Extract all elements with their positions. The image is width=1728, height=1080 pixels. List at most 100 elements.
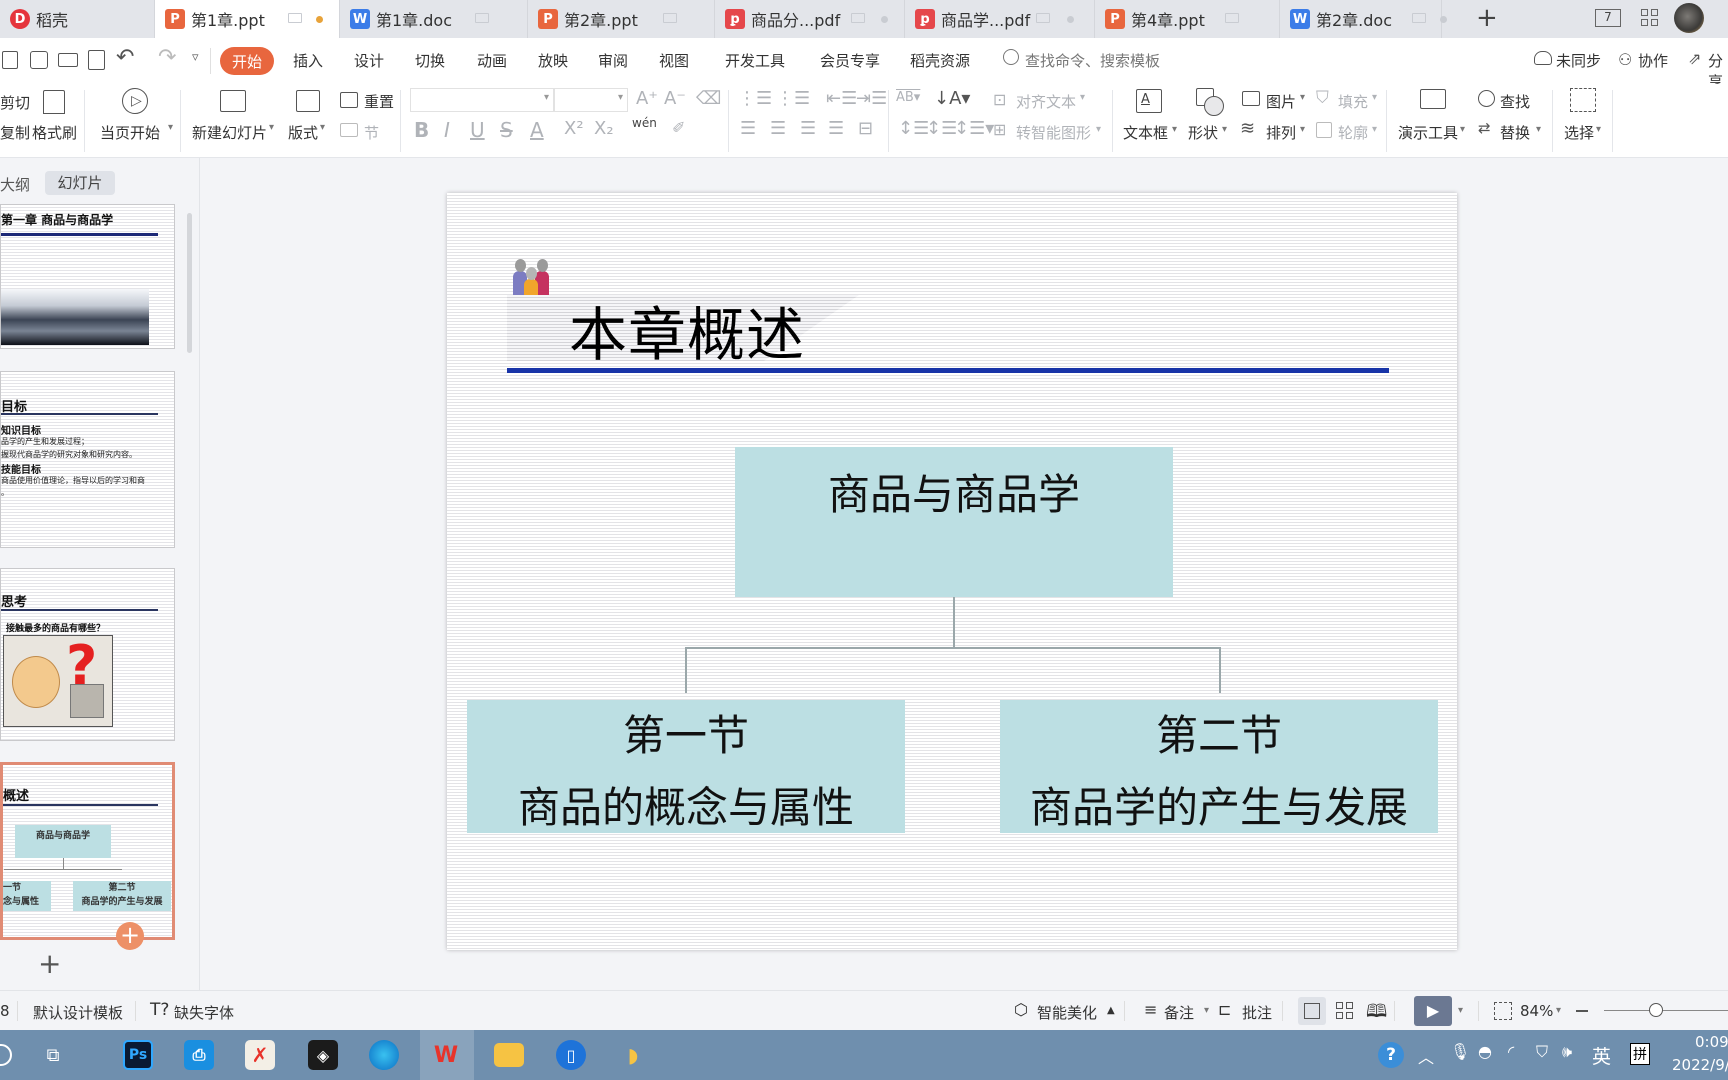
slide-canvas[interactable]: 本章概述 商品与商品学 第一节 商品的概念与属性 第二节 商品学的产生与发展 bbox=[447, 193, 1457, 950]
window-count-button[interactable]: 7 bbox=[1595, 9, 1621, 27]
undo-icon[interactable]: ↶ bbox=[116, 45, 134, 70]
outline-button[interactable]: 轮廓 bbox=[1338, 122, 1368, 143]
font-color-icon[interactable]: A bbox=[530, 118, 544, 142]
task-view-icon[interactable]: ⧉ bbox=[38, 1040, 68, 1070]
ime-mode[interactable]: 拼 bbox=[1630, 1043, 1650, 1065]
export-icon[interactable] bbox=[30, 51, 48, 69]
redo-icon[interactable]: ↷ bbox=[158, 45, 176, 70]
tab-ch4-ppt[interactable]: P 第4章.ppt bbox=[1095, 0, 1280, 38]
align-center-icon[interactable]: ☰ bbox=[770, 118, 786, 139]
slide-thumbnail-3[interactable]: 思考 接触最多的商品有哪些？ ? bbox=[0, 568, 175, 741]
increase-indent-icon[interactable]: ⇥☰ bbox=[856, 88, 887, 109]
edge-browser-icon[interactable] bbox=[369, 1040, 399, 1070]
tab-ch1-ppt[interactable]: P 第1章.ppt bbox=[155, 0, 340, 38]
menu-tab-member[interactable]: 会员专享 bbox=[820, 50, 880, 71]
help-tray-icon[interactable]: ? bbox=[1378, 1042, 1404, 1068]
save-icon[interactable] bbox=[2, 51, 18, 69]
file-explorer-icon[interactable] bbox=[494, 1043, 524, 1067]
format-painter-button[interactable]: 格式刷 bbox=[32, 122, 77, 143]
align-text-button[interactable]: 对齐文本 bbox=[1016, 91, 1076, 112]
section-2-box[interactable]: 第二节 商品学的产生与发展 bbox=[1000, 700, 1438, 833]
convert-smartart-button[interactable]: 转智能图形 bbox=[1016, 122, 1091, 143]
apps-grid-icon[interactable] bbox=[1641, 9, 1659, 27]
highlight-icon[interactable]: ✐ bbox=[672, 118, 685, 137]
sort-icon[interactable]: ↓A▾ bbox=[934, 88, 970, 109]
comment-button[interactable]: 批注 bbox=[1242, 1002, 1272, 1023]
copy-button[interactable]: 复制 bbox=[0, 122, 30, 143]
line-spacing-options-icon[interactable]: ↕☰▾ bbox=[954, 118, 994, 139]
slideshow-options-icon[interactable]: ▾ bbox=[1458, 1005, 1463, 1016]
thumbnail-scrollbar[interactable] bbox=[187, 213, 192, 353]
menu-tab-view[interactable]: 视图 bbox=[659, 50, 689, 71]
cut-button[interactable]: 剪切 bbox=[0, 92, 30, 113]
zoom-out-button[interactable] bbox=[1576, 1010, 1588, 1012]
font-size-select[interactable]: ▾ bbox=[554, 88, 628, 112]
missing-font-button[interactable]: 缺失字体 bbox=[174, 1002, 234, 1023]
slide-thumbnail-4-selected[interactable]: 概述 商品与商品学 一节 念与属性 第二节 商品学的产生与发展 bbox=[0, 762, 175, 940]
normal-view-button[interactable] bbox=[1298, 997, 1326, 1025]
menu-tab-design[interactable]: 设计 bbox=[354, 50, 384, 71]
menu-tab-transition[interactable]: 切换 bbox=[415, 50, 445, 71]
tab-pdf-1[interactable]: ꝑ 商品分...pdf bbox=[715, 0, 905, 38]
slide-title[interactable]: 本章概述 bbox=[569, 288, 805, 372]
tab-ch1-doc[interactable]: W 第1章.doc bbox=[340, 0, 528, 38]
insert-slide-below-button[interactable]: + bbox=[116, 922, 144, 950]
reset-button[interactable]: 重置 bbox=[364, 91, 394, 112]
command-search-input[interactable]: 查找命令、搜索模板 bbox=[1025, 50, 1160, 71]
design-template-button[interactable]: 默认设计模板 bbox=[33, 1002, 123, 1023]
text-direction-icon[interactable]: AB▾ bbox=[896, 90, 920, 105]
add-slide-button[interactable]: + bbox=[38, 950, 61, 978]
shape-button[interactable]: 形状 bbox=[1188, 122, 1218, 143]
picture-button[interactable]: 图片 bbox=[1266, 91, 1296, 112]
menu-tab-animation[interactable]: 动画 bbox=[477, 50, 507, 71]
security-tray-icon[interactable]: ⛉ bbox=[1536, 1042, 1548, 1062]
customize-qat-icon[interactable]: ▿ bbox=[192, 50, 199, 65]
printer-app-icon[interactable]: ⎙ bbox=[184, 1040, 214, 1070]
font-name-select[interactable]: ▾ bbox=[410, 88, 554, 112]
subscript-icon[interactable]: X₂ bbox=[594, 118, 614, 139]
chevron-up-icon[interactable]: ▲ bbox=[1107, 1005, 1115, 1016]
menu-tab-slideshow[interactable]: 放映 bbox=[538, 50, 568, 71]
play-from-current-button[interactable]: 当页开始 bbox=[100, 122, 160, 143]
underline-icon[interactable]: U bbox=[470, 118, 485, 142]
superscript-icon[interactable]: X² bbox=[564, 118, 584, 139]
wifi-tray-icon[interactable]: ◜ bbox=[1508, 1042, 1514, 1061]
menu-tab-docer-resources[interactable]: 稻壳资源 bbox=[910, 50, 970, 71]
collaborate-button[interactable]: 协作 bbox=[1638, 50, 1668, 71]
decrease-font-icon[interactable]: A⁻ bbox=[664, 88, 686, 109]
new-slide-button[interactable]: 新建幻灯片 bbox=[192, 122, 267, 143]
slide-thumbnail-2[interactable]: 目标 知识目标 品学的产生和发展过程； 握现代商品学的研究对象和研究内容。 技能… bbox=[0, 371, 175, 548]
slideshow-play-button[interactable]: ▶ bbox=[1414, 996, 1452, 1026]
strikethrough-icon[interactable]: S bbox=[500, 118, 513, 142]
arrange-button[interactable]: 排列 bbox=[1266, 122, 1296, 143]
feather-app-icon[interactable]: ◗ bbox=[618, 1040, 648, 1070]
notes-button[interactable]: 备注 bbox=[1164, 1002, 1194, 1023]
decrease-indent-icon[interactable]: ⇤☰ bbox=[826, 88, 857, 109]
wps-app-icon[interactable]: W bbox=[431, 1040, 461, 1070]
sync-status-button[interactable]: 未同步 bbox=[1556, 50, 1601, 71]
clock-date[interactable]: 2022/9/ bbox=[1672, 1056, 1728, 1074]
numbered-list-icon[interactable]: ⋮☰ bbox=[776, 88, 810, 109]
justify-icon[interactable]: ☰ bbox=[828, 118, 844, 139]
slide-sorter-view-button[interactable] bbox=[1336, 1002, 1354, 1020]
menu-tab-start[interactable]: 开始 bbox=[220, 47, 274, 75]
increase-font-icon[interactable]: A⁺ bbox=[636, 88, 658, 109]
find-button[interactable]: 查找 bbox=[1500, 91, 1530, 112]
tab-ch2-doc[interactable]: W 第2章.doc bbox=[1280, 0, 1447, 38]
paragraph-spacing-icon[interactable]: ↕☰ bbox=[926, 118, 957, 139]
user-avatar[interactable] bbox=[1674, 3, 1704, 33]
align-left-icon[interactable]: ☰ bbox=[740, 118, 756, 139]
photo-app-icon[interactable]: ◈ bbox=[308, 1040, 338, 1070]
microphone-tray-icon[interactable]: 🎙 bbox=[1450, 1042, 1470, 1061]
ime-language[interactable]: 英 bbox=[1592, 1042, 1611, 1069]
menu-tab-insert[interactable]: 插入 bbox=[293, 50, 323, 71]
layout-button[interactable]: 版式 bbox=[288, 122, 318, 143]
bullet-list-icon[interactable]: ⋮☰ bbox=[738, 88, 772, 109]
photoshop-app-icon[interactable]: Ps bbox=[123, 1040, 153, 1070]
distribute-icon[interactable]: ⊟ bbox=[858, 118, 873, 139]
fit-window-icon[interactable] bbox=[1494, 1002, 1512, 1020]
new-tab-button[interactable]: + bbox=[1476, 4, 1498, 32]
clear-format-icon[interactable]: ⌫ bbox=[696, 88, 721, 109]
menu-tab-developer[interactable]: 开发工具 bbox=[725, 50, 785, 71]
section-button[interactable]: 节 bbox=[364, 122, 379, 143]
